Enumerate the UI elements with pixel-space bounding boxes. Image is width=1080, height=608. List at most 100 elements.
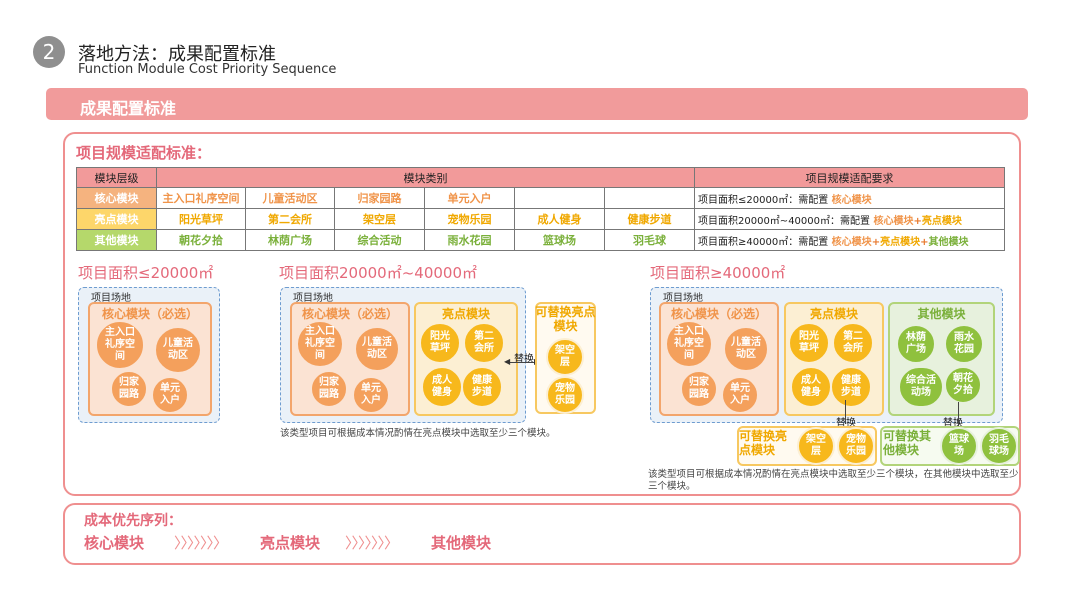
table-row-core: 核心模块 主入口礼序空间 儿童活动区 归家园路 单元入户 项目面积≤20000㎡… <box>76 187 1005 209</box>
swap-arrow <box>845 400 846 424</box>
module-pet: 宠物 乐园 <box>837 427 875 465</box>
req-keyword: 核心模块 <box>870 215 914 227</box>
module-home-path: 归家 园路 <box>680 370 718 408</box>
req-keyword: 核心模块 <box>828 194 872 206</box>
module-unit: 单元 入户 <box>151 376 189 414</box>
page-subtitle: Function Module Cost Priority Sequence <box>78 62 337 77</box>
req-text: 项目面积≤20000㎡：需配置 <box>698 194 829 206</box>
table-cell: 篮球场 <box>514 229 605 251</box>
swap-arrow <box>958 402 959 426</box>
header-level: 模块层级 <box>76 167 157 188</box>
module-rain: 雨水 花园 <box>944 324 984 364</box>
core-group-title: 核心模块（必选） <box>670 307 767 321</box>
module-entrance: 主入口 礼序空 间 <box>296 320 344 368</box>
chevron-right-icon: 〉〉〉〉〉〉〉 <box>345 534 399 552</box>
req-cell: 项目面积≤20000㎡：需配置 核心模块 <box>694 187 1005 209</box>
module-pet: 宠物 乐园 <box>546 376 584 414</box>
table-cell: 架空层 <box>334 208 425 230</box>
module-home-path: 归家 园路 <box>310 370 348 408</box>
req-keyword: 亮点模块 <box>880 236 921 248</box>
module-lawn: 阳光 草坪 <box>788 322 830 364</box>
cost-sequence-title: 成本优先序列： <box>84 513 182 529</box>
core-group-title: 核心模块（必选） <box>101 307 198 321</box>
module-walk: 健康 步道 <box>461 366 503 408</box>
module-shade: 林荫 广场 <box>896 324 936 364</box>
row-level-highlight: 亮点模块 <box>76 208 157 230</box>
module-basket: 篮球 场 <box>940 427 978 465</box>
table-cell: 朝花夕拾 <box>156 229 246 251</box>
module-badminton: 羽毛 球场 <box>980 427 1018 465</box>
module-kids: 儿童活 动区 <box>154 326 202 374</box>
table-cell: 健康步道 <box>604 208 695 230</box>
module-home-path: 归家 园路 <box>110 370 148 408</box>
table-cell: 儿童活动区 <box>245 187 335 209</box>
row-level-core: 核心模块 <box>76 187 157 209</box>
table-cell <box>514 187 605 209</box>
highlight-group-title: 亮点模块 <box>441 307 490 321</box>
table-cell <box>604 187 695 209</box>
module-activity: 综合活 动场 <box>898 366 944 408</box>
header-category: 模块类别 <box>156 167 695 188</box>
req-cell: 项目面积20000㎡~40000㎡：需配置 核心模块+亮点模块 <box>694 208 1005 230</box>
table-cell: 宠物乐园 <box>424 208 515 230</box>
section-banner <box>46 88 1028 120</box>
module-kids: 儿童活 动区 <box>723 326 769 372</box>
module-fitness: 成人 健身 <box>421 366 463 408</box>
alt-highlight-title: 可替换亮点模块 <box>535 305 596 333</box>
module-stilt: 架空 层 <box>546 338 584 376</box>
sequence-step-core: 核心模块 <box>84 534 145 552</box>
req-keyword: 核心模块 <box>828 236 872 248</box>
area-heading-medium: 项目面积20000㎡~40000㎡ <box>279 264 478 282</box>
header-requirement: 项目规模适配要求 <box>694 167 1005 188</box>
sequence-step-highlight: 亮点模块 <box>260 534 321 552</box>
table-cell: 主入口礼序空间 <box>156 187 246 209</box>
req-text: 项目面积≥40000㎡：需配置 <box>698 236 829 248</box>
module-fitness: 成人 健身 <box>790 366 832 408</box>
table-cell: 第二会所 <box>245 208 335 230</box>
req-cell: 项目面积≥40000㎡：需配置 核心模块+亮点模块+其他模块 <box>694 229 1005 251</box>
table-cell: 羽毛球 <box>604 229 695 251</box>
alt-highlight-title: 可替换亮点模块 <box>739 429 788 457</box>
banner-title: 成果配置标准 <box>80 99 177 118</box>
module-entrance: 主入口 礼序空 间 <box>665 320 713 368</box>
module-club: 第二 会所 <box>463 322 505 364</box>
table-cell: 综合活动 <box>334 229 425 251</box>
note-large: 该类型项目可根据成本情况酌情在亮点模块中选取至少三个模块，在其他模块中选取至少三… <box>648 469 1019 492</box>
alt-other-title: 可替换其他模块 <box>883 429 932 457</box>
section-number-badge: 2 <box>33 36 65 68</box>
req-keyword: 亮点模块 <box>921 215 962 227</box>
row-level-other: 其他模块 <box>76 229 157 251</box>
module-unit: 单元 入户 <box>721 376 759 414</box>
core-group-title: 核心模块（必选） <box>301 307 398 321</box>
req-keyword: + <box>871 236 881 248</box>
table-row-other: 其他模块 朝花夕拾 林荫广场 综合活动 雨水花园 篮球场 羽毛球 项目面积≥40… <box>76 229 1005 251</box>
note-medium: 该类型项目可根据成本情况酌情在亮点模块中选取至少三个模块。 <box>280 428 556 439</box>
sequence-step-other: 其他模块 <box>431 534 492 552</box>
module-walk: 健康 步道 <box>830 366 872 408</box>
other-group-title: 其他模块 <box>917 307 966 321</box>
area-heading-large: 项目面积≥40000㎡ <box>650 264 786 282</box>
module-stilt: 架空 层 <box>797 427 835 465</box>
chevron-right-icon: 〉〉〉〉〉〉〉 <box>174 534 228 552</box>
table-row-highlight: 亮点模块 阳光草坪 第二会所 架空层 宠物乐园 成人健身 健康步道 项目面积20… <box>76 208 1005 230</box>
table-header-row: 模块层级 模块类别 项目规模适配要求 <box>76 167 1005 188</box>
scale-standard-title: 项目规模适配标准： <box>76 144 212 162</box>
module-table: 模块层级 模块类别 项目规模适配要求 核心模块 主入口礼序空间 儿童活动区 归家… <box>76 167 1005 251</box>
module-lawn: 阳光 草坪 <box>419 322 461 364</box>
table-cell: 成人健身 <box>514 208 605 230</box>
module-flower: 朝花 夕拾 <box>944 366 982 404</box>
table-cell: 阳光草坪 <box>156 208 246 230</box>
req-keyword: + <box>913 215 922 227</box>
table-cell: 归家园路 <box>334 187 425 209</box>
table-cell: 单元入户 <box>424 187 515 209</box>
arrow-left-icon: ◀ <box>504 357 511 366</box>
module-unit: 单元 入户 <box>352 376 390 414</box>
module-kids: 儿童活 动区 <box>354 326 400 372</box>
highlight-group-title: 亮点模块 <box>809 307 858 321</box>
table-cell: 林荫广场 <box>245 229 335 251</box>
req-text: 项目面积20000㎡~40000㎡：需配置 <box>698 215 871 227</box>
req-keyword: 其他模块 <box>928 236 969 248</box>
table-cell: 雨水花园 <box>424 229 515 251</box>
module-entrance: 主入口 礼序空 间 <box>95 320 145 370</box>
module-club: 第二 会所 <box>832 322 874 364</box>
